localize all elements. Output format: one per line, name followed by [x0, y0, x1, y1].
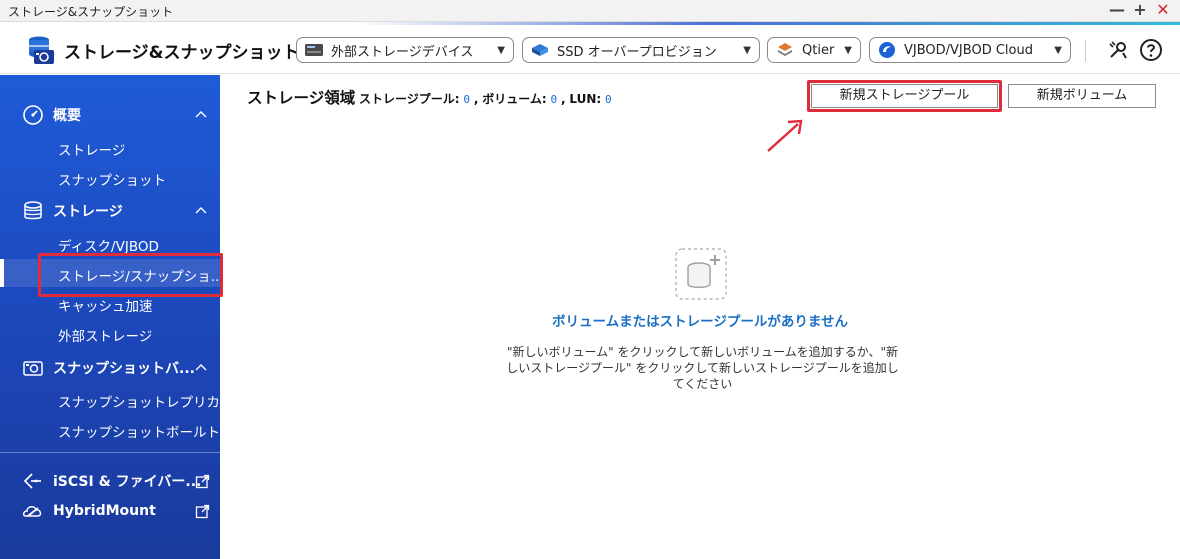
page-title: ストレージ領域 — [247, 89, 356, 107]
storage-app-icon — [29, 36, 54, 64]
lun-count-value: 0 — [605, 93, 612, 106]
empty-storage-icon — [675, 248, 727, 300]
sidebar-item-label: ストレージ — [58, 143, 126, 159]
sidebar-section-label: 概要 — [53, 108, 81, 124]
external-storage-icon — [305, 44, 323, 56]
sidebar-item-storage-overview[interactable]: ストレージ — [0, 133, 220, 161]
pool-count-value: 0 — [463, 93, 471, 106]
toolbar-divider — [1085, 40, 1086, 62]
sidebar-item-label: スナップショットレプリカ — [58, 395, 220, 411]
storage-space-header: ストレージ領域 ストレージプール: 0 , ボリューム: 0 , LUN: 0 — [247, 86, 612, 108]
annotation-highlight-sidebar — [38, 253, 223, 297]
snapshot-camera-icon — [23, 361, 43, 376]
volume-count-label: ボリューム: — [482, 92, 547, 106]
chevron-down-icon: ▼ — [844, 44, 852, 56]
sidebar-link-label: iSCSI & ファイバー... — [53, 474, 202, 490]
sidebar-section-label: ストレージ — [53, 204, 123, 220]
chevron-down-icon: ▼ — [1054, 44, 1062, 56]
sidebar-item-label: 外部ストレージ — [58, 329, 153, 345]
chevron-up-icon — [195, 207, 207, 214]
ssd-icon — [532, 44, 548, 56]
window-title: ストレージ&スナップショット — [8, 5, 174, 19]
sidebar-link-label: HybridMount — [53, 503, 156, 519]
separator: , — [561, 92, 566, 106]
sidebar-item-snapshot-replica[interactable]: スナップショットレプリカ — [0, 385, 220, 413]
help-icon[interactable] — [1139, 38, 1163, 62]
sidebar-link-iscsi[interactable]: iSCSI & ファイバー... — [0, 465, 220, 497]
gauge-icon — [23, 105, 43, 125]
ssd-overprovisioning-dropdown[interactable]: SSD オーバープロビジョン ▼ — [522, 37, 760, 63]
chevron-up-icon — [195, 111, 207, 118]
sidebar-link-hybridmount[interactable]: HybridMount — [0, 495, 220, 527]
vjbod-cloud-icon — [879, 42, 895, 58]
external-storage-dropdown[interactable]: 外部ストレージデバイス ▼ — [296, 37, 514, 63]
sidebar-item-label: ディスク/VJBOD — [58, 239, 159, 255]
close-button[interactable]: ✕ — [1152, 0, 1174, 22]
lun-count-label: LUN: — [569, 92, 602, 106]
ssd-overprovisioning-label: SSD オーバープロビジョン — [557, 44, 717, 60]
sidebar: 概要 ストレージ スナップショット ストレージ ディスク/VJBOD ストレージ… — [0, 75, 224, 559]
sidebar-item-label: スナップショット — [58, 173, 166, 189]
app-title: ストレージ&スナップショット — [64, 43, 300, 63]
sidebar-section-label: スナップショットバ... — [53, 361, 195, 377]
sidebar-item-snapshot-vault[interactable]: スナップショットボールト — [0, 415, 220, 443]
database-icon — [24, 201, 42, 220]
external-storage-label: 外部ストレージデバイス — [331, 44, 474, 60]
sidebar-item-external-storage[interactable]: 外部ストレージ — [0, 319, 220, 347]
maximize-button[interactable]: + — [1129, 0, 1151, 22]
sidebar-item-snapshot-overview[interactable]: スナップショット — [0, 163, 220, 191]
annotation-highlight-button — [807, 80, 1002, 112]
qtier-icon — [778, 43, 792, 56]
tools-icon[interactable] — [1106, 38, 1130, 62]
external-link-icon — [195, 504, 210, 518]
sidebar-section-snapshot-backup[interactable]: スナップショットバ... — [0, 352, 220, 384]
window-titlebar: ストレージ&スナップショット — + ✕ — [0, 0, 1180, 22]
empty-state-desc-line: "新しいボリューム" をクリックして新しいボリュームを追加するか、"新 — [506, 345, 899, 359]
separator: , — [473, 92, 479, 106]
new-volume-button[interactable]: 新規ボリューム — [1008, 84, 1156, 108]
iscsi-icon — [23, 473, 41, 489]
qtier-dropdown[interactable]: Qtier ▼ — [767, 37, 861, 63]
chevron-up-icon — [195, 364, 207, 371]
sidebar-divider — [0, 452, 220, 453]
external-link-icon — [195, 474, 210, 488]
vjbod-cloud-dropdown[interactable]: VJBOD/VJBOD Cloud ▼ — [869, 37, 1071, 63]
annotation-arrow-icon — [767, 119, 803, 152]
sidebar-item-label: スナップショットボールト — [58, 425, 220, 441]
sidebar-section-storage[interactable]: ストレージ — [0, 195, 220, 227]
empty-state-desc-line: しいストレージプール" をクリックして新しいストレージプールを追加し — [506, 361, 899, 375]
hybridmount-icon — [22, 506, 42, 517]
sidebar-section-overview[interactable]: 概要 — [0, 99, 220, 131]
pool-count-label: ストレージプール: — [359, 92, 460, 106]
empty-state-desc-line: てください — [672, 377, 733, 391]
chevron-down-icon: ▼ — [497, 44, 505, 56]
app-toolbar: ストレージ&スナップショット 外部ストレージデバイス ▼ SSD オーバープロビ… — [0, 22, 1180, 74]
vjbod-cloud-label: VJBOD/VJBOD Cloud — [904, 42, 1033, 58]
minimize-button[interactable]: — — [1106, 0, 1128, 22]
qtier-label: Qtier — [802, 42, 835, 58]
volume-count-value: 0 — [550, 93, 558, 106]
chevron-down-icon: ▼ — [743, 44, 751, 56]
sidebar-item-label: キャッシュ加速 — [58, 299, 153, 315]
empty-state-title: ボリュームまたはストレージプールがありません — [552, 314, 848, 330]
empty-state-description: "新しいボリューム" をクリックして新しいボリュームを追加するか、"新 しいスト… — [505, 344, 900, 392]
toolbar-accent-bar — [0, 22, 1180, 25]
